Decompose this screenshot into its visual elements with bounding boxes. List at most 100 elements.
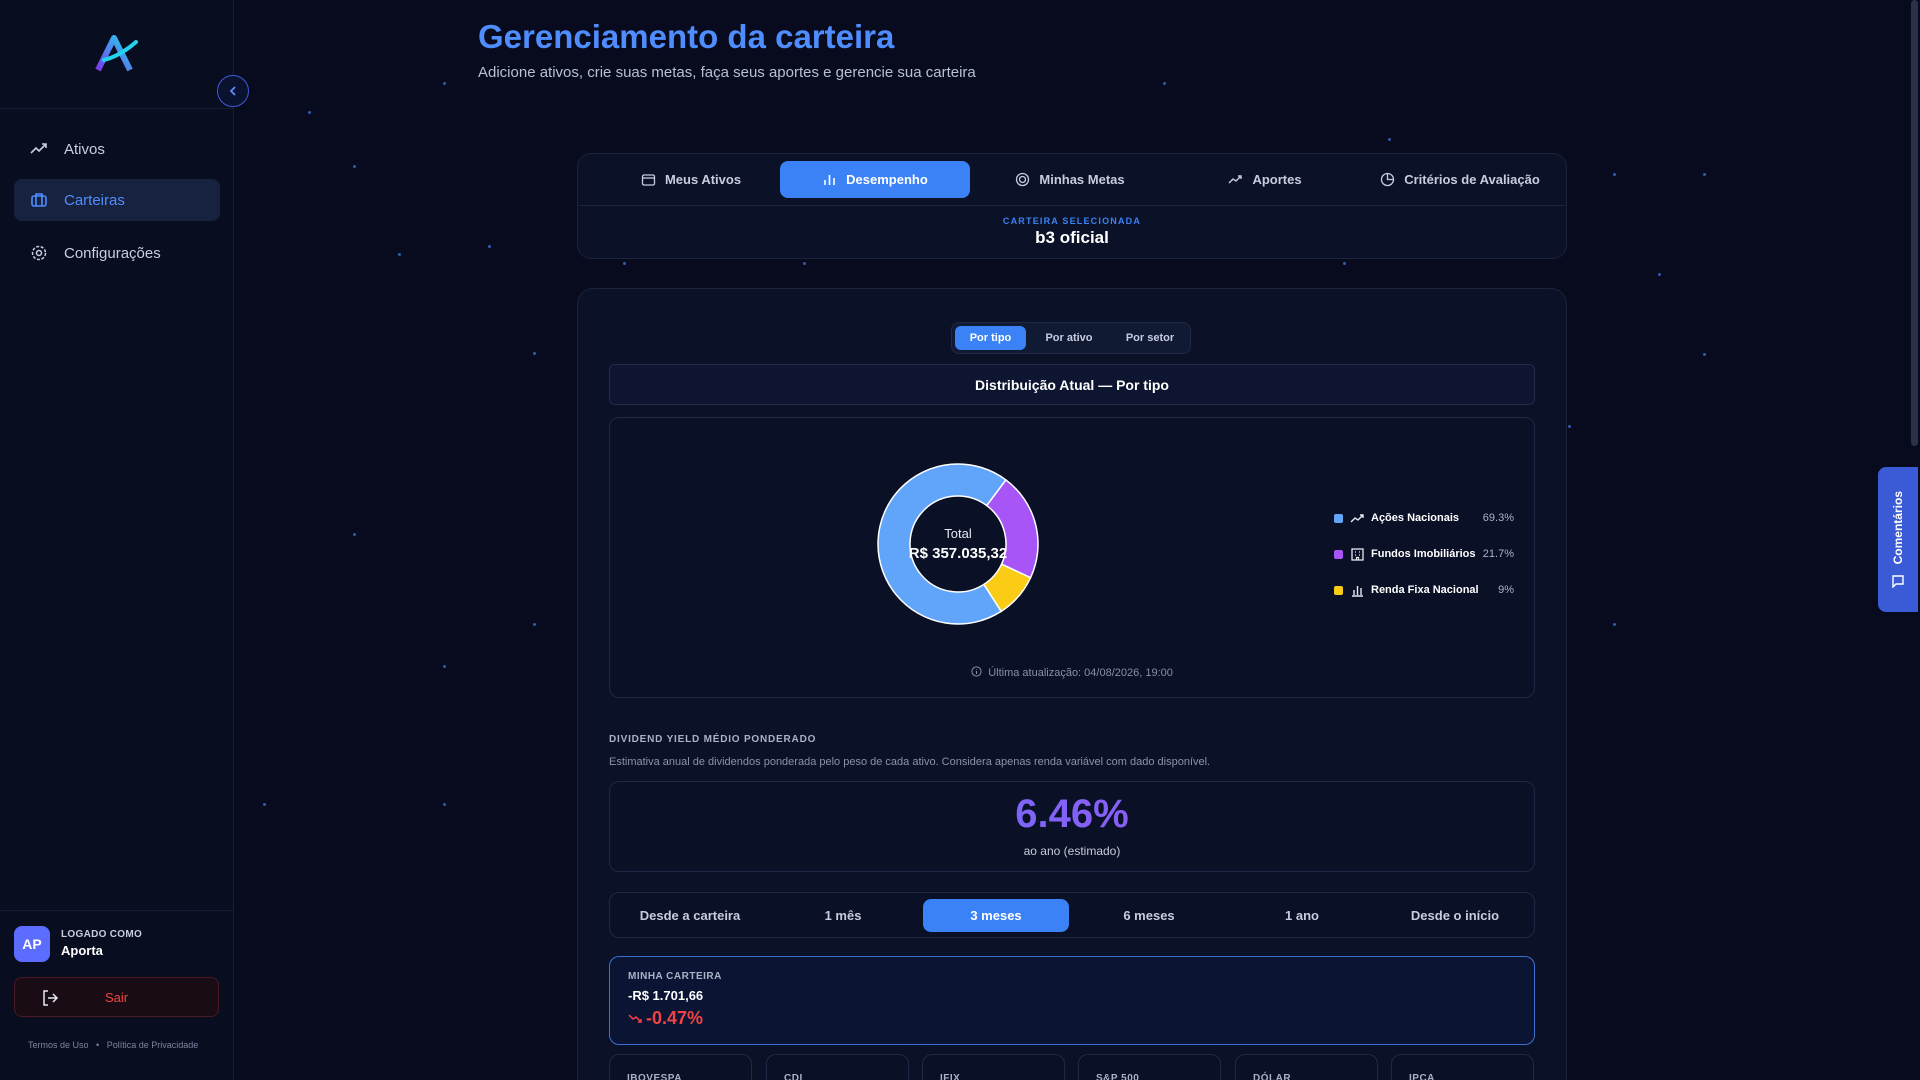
tab-minhas-metas[interactable]: Minhas Metas [975,161,1165,198]
trending-down-icon [628,1013,642,1023]
my-portfolio-abs: -R$ 1.701,66 [628,988,704,1003]
distribution-title: Distribuição Atual — Por tipo [609,364,1535,405]
tab-desempenho[interactable]: Desempenho [780,161,970,198]
donut-chart: Total R$ 357.035,32 [877,463,1039,625]
footer-separator: • [96,1040,100,1050]
my-portfolio-label: MINHA CARTEIRA [628,971,722,982]
legend-label: Renda Fixa Nacional [1371,584,1479,596]
privacy-link[interactable]: Política de Privacidade [107,1040,199,1050]
tab-label: Desempenho [846,172,928,187]
last-updated-text: Última atualização: 04/08/2026, 19:00 [988,667,1173,679]
sidebar-item-label: Carteiras [64,191,125,209]
period-1-mes[interactable]: 1 mês [770,899,916,932]
sidebar-item-label: Configurações [64,244,161,262]
comments-button[interactable]: Comentários [1878,467,1918,612]
comments-label: Comentários [1891,490,1905,565]
sidebar-item-label: Ativos [64,140,105,158]
logout-icon [43,990,59,1006]
info-icon [971,666,982,677]
dividend-yield-sub: ao ano (estimado) [1023,844,1121,858]
logout-button[interactable]: Sair [14,977,219,1017]
tab-aportes[interactable]: Aportes [1170,161,1360,198]
period-desde-carteira[interactable]: Desde a carteira [617,899,763,932]
gear-icon [31,245,47,261]
chevron-left-icon [229,86,236,96]
pie-slice-a-es-nacionais[interactable] [877,463,1007,625]
dividend-yield-value: 6.46% [610,792,1534,837]
footer-links: Termos de Uso • Política de Privacidade [28,1040,198,1050]
legend-item: Ações Nacionais 69.3% [1334,500,1514,536]
my-portfolio-pct-value: -0.47% [646,1008,704,1028]
legend-item: Fundos Imobiliários 21.7% [1334,536,1514,572]
donut-total-label: Total [944,526,972,541]
period-6-meses[interactable]: 6 meses [1076,899,1222,932]
sidebar-item-carteiras[interactable]: Carteiras [14,179,220,221]
distribution-chart: Total R$ 357.035,32 Ações Nacionais 69.3… [609,417,1535,698]
tab-criterios-avaliacao[interactable]: Critérios de Avaliação [1365,161,1555,198]
pie-chart-icon [1381,172,1395,187]
dividend-yield-description: Estimativa anual de dividendos ponderada… [609,756,1211,768]
legend-swatch [1334,549,1343,559]
wallet-icon [641,174,656,186]
benchmark-card[interactable]: IPCA [1391,1054,1534,1080]
legend-swatch [1334,513,1343,523]
dividend-yield-box: 6.46% ao ano (estimado) [609,781,1535,872]
tab-label: Critérios de Avaliação [1404,172,1540,187]
logged-as-label: LOGADO COMO [61,929,143,940]
building-icon [1351,547,1364,561]
period-desde-inicio[interactable]: Desde o início [1382,899,1528,932]
sidebar-item-ativos[interactable]: Ativos [14,128,220,170]
bar-chart-icon [1352,585,1363,597]
legend-swatch [1334,585,1343,595]
my-portfolio-card: MINHA CARTEIRA -R$ 1.701,66 -0.47% [609,956,1535,1045]
benchmark-card[interactable]: S&P 500 [1078,1054,1221,1080]
toggle-por-ativo[interactable]: Por ativo [1031,326,1107,350]
sidebar: Ativos Carteiras Configurações AP LOGADO… [0,0,249,1080]
divider [0,108,234,109]
toggle-por-setor[interactable]: Por setor [1112,326,1188,350]
page-subtitle: Adicione ativos, crie suas metas, faça s… [478,64,976,81]
donut-total-value: R$ 357.035,32 [909,545,1007,562]
period-selector: Desde a carteira 1 mês 3 meses 6 meses 1… [609,892,1535,938]
benchmark-card[interactable]: DÓLAR [1235,1054,1378,1080]
tab-meus-ativos[interactable]: Meus Ativos [596,161,786,198]
selected-portfolio-label: CARTEIRA SELECIONADA [1002,216,1142,226]
legend-label: Ações Nacionais [1371,512,1460,524]
legend-item: Renda Fixa Nacional 9% [1334,572,1514,608]
last-updated: Última atualização: 04/08/2026, 19:00 [610,666,1534,679]
scrollbar[interactable] [1911,0,1918,446]
benchmark-card[interactable]: CDI [766,1054,909,1080]
benchmark-card[interactable]: IFIX [922,1054,1065,1080]
target-icon [1016,172,1030,187]
briefcase-icon [31,193,47,207]
tab-label: Meus Ativos [664,172,742,187]
trending-up-icon [30,143,47,154]
trending-up-icon [1228,175,1243,184]
app-logo[interactable] [94,34,140,74]
sidebar-item-configuracoes[interactable]: Configurações [14,232,220,274]
avatar: AP [14,926,50,962]
tab-label: Aportes [1252,172,1302,187]
legend-label: Fundos Imobiliários [1371,548,1476,560]
my-portfolio-pct: -0.47% [628,1008,703,1029]
legend-value: 21.7% [1482,548,1514,560]
divider [0,910,234,911]
performance-card: Por tipo Por ativo Por setor Distribuiçã… [577,288,1567,1080]
tab-label: Minhas Metas [1039,172,1125,187]
toggle-por-tipo[interactable]: Por tipo [955,326,1026,350]
dividend-yield-title: DIVIDEND YIELD MÉDIO PONDERADO [609,734,817,745]
benchmark-card[interactable]: IBOVESPA [609,1054,752,1080]
user-name: Aporta [61,943,103,958]
legend-value: 69.3% [1482,512,1514,524]
tabs-card: Meus Ativos Desempenho Minhas Metas Apor… [577,153,1567,259]
selected-portfolio-name: b3 oficial [1035,228,1109,247]
trending-up-icon [1350,513,1364,522]
chart-legend: Ações Nacionais 69.3% Fundos Imobiliário… [1334,500,1514,608]
period-1-ano[interactable]: 1 ano [1229,899,1375,932]
period-3-meses[interactable]: 3 meses [923,899,1069,932]
collapse-sidebar-button[interactable] [217,75,249,107]
terms-link[interactable]: Termos de Uso [28,1040,89,1050]
bar-chart-icon [824,175,835,185]
pie-slice-fundos-imobili-rios[interactable] [985,478,1039,579]
message-icon [1892,575,1904,589]
